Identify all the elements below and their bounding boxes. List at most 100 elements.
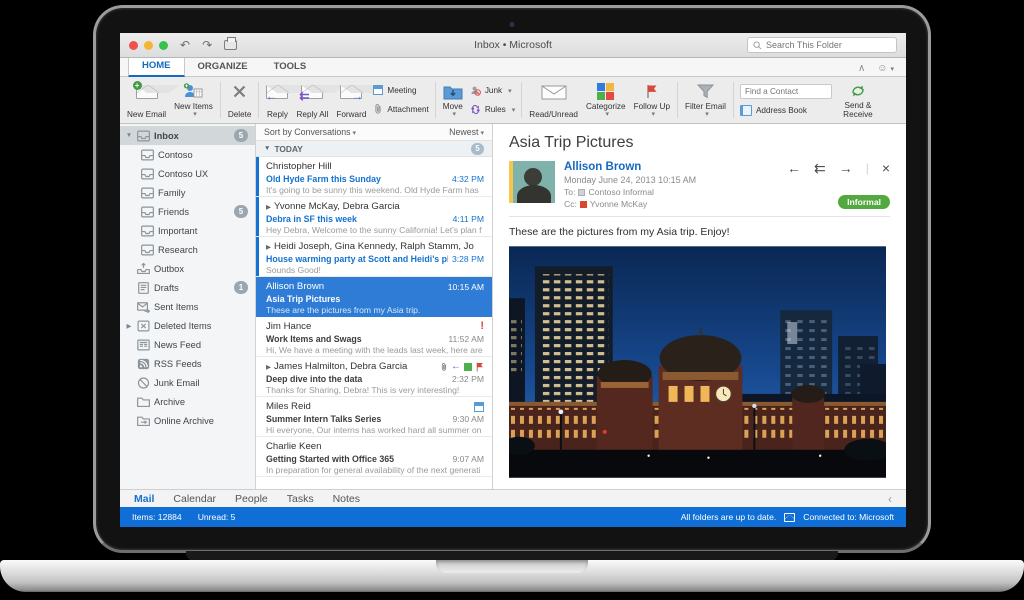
tab-organize[interactable]: ORGANIZE: [185, 58, 261, 76]
sender-name[interactable]: Allison Brown: [564, 161, 787, 173]
tab-notes[interactable]: Notes: [333, 493, 360, 505]
sidebar-item-friends[interactable]: Friends5: [120, 202, 255, 221]
categorize-label: Categorize: [586, 102, 626, 111]
sidebar-item-deleted-items[interactable]: ▶Deleted Items: [120, 316, 255, 335]
count-badge: 1: [234, 281, 248, 294]
minimize-window-button[interactable]: [144, 41, 153, 50]
items-count: Items: 12884: [132, 512, 182, 522]
rules-button[interactable]: Rules: [470, 104, 515, 115]
address-book-icon: [740, 105, 752, 116]
reply-arrow-icon: ←: [265, 90, 277, 102]
folder-search-field[interactable]: [747, 37, 897, 53]
expand-folder-icon[interactable]: ▶: [125, 322, 133, 330]
sidebar-item-archive[interactable]: Archive: [120, 392, 255, 411]
junk-icon: [470, 85, 481, 96]
email-date: Monday June 24, 2013 10:15 AM: [564, 175, 787, 185]
sidebar-item-research[interactable]: Research: [120, 240, 255, 259]
filter-email-button[interactable]: Filter Email: [681, 79, 730, 121]
sidebar-item-drafts[interactable]: Drafts1: [120, 278, 255, 297]
group-header-today[interactable]: ▼ TODAY 5: [256, 141, 492, 157]
sort-by-dropdown[interactable]: Sort by Conversations: [264, 127, 356, 137]
message-row[interactable]: ▶James Halmilton, Debra Garcia ← Deep di…: [256, 357, 492, 397]
reply-all-icon[interactable]: ⇇: [814, 161, 826, 175]
tab-tasks[interactable]: Tasks: [287, 493, 314, 505]
cc-recipient[interactable]: Yvonne McKay: [590, 199, 647, 209]
sidebar-item-junk-email[interactable]: Junk Email: [120, 373, 255, 392]
tab-home[interactable]: HOME: [128, 56, 185, 77]
sidebar-item-contoso[interactable]: Contoso: [120, 145, 255, 164]
forward-arrow-icon: →: [351, 90, 363, 102]
undo-icon[interactable]: ↶: [180, 39, 190, 51]
sidebar-item-sent-items[interactable]: Sent Items: [120, 297, 255, 316]
find-contact-input[interactable]: [745, 87, 827, 96]
ribbon: + New Email New Items Delete: [120, 77, 906, 124]
delete-button[interactable]: Delete: [224, 79, 256, 121]
follow-up-button[interactable]: Follow Up: [630, 79, 674, 121]
expand-conversation-icon[interactable]: ▶: [266, 243, 271, 251]
tab-people[interactable]: People: [235, 493, 268, 505]
forward-icon[interactable]: →: [839, 161, 853, 175]
categorize-button[interactable]: Categorize: [582, 79, 630, 121]
message-row[interactable]: Miles Reid Summer Intern Talks Series9:3…: [256, 397, 492, 437]
collapse-folder-icon[interactable]: ▼: [125, 132, 133, 139]
message-row-selected[interactable]: Allison Brown10:15 AM Asia Trip Pictures…: [256, 277, 492, 317]
laptop-lid: ↶ ↷ Inbox • Microsoft HOME ORGANIZE TOOL…: [93, 5, 931, 553]
reply-icon[interactable]: ←: [787, 161, 801, 175]
send-receive-button[interactable]: Send & Receive: [835, 79, 881, 121]
follow-up-label: Follow Up: [634, 102, 670, 111]
unread-badge: 5: [234, 205, 248, 218]
sidebar-item-important[interactable]: Important: [120, 221, 255, 240]
sidebar-item-news-feed[interactable]: News Feed: [120, 335, 255, 354]
tab-mail[interactable]: Mail: [134, 493, 154, 505]
junk-button[interactable]: Junk: [470, 85, 515, 96]
meeting-button[interactable]: Meeting: [373, 85, 428, 95]
sidebar-item-outbox[interactable]: Outbox: [120, 259, 255, 278]
email-photo-tokyo-station: [509, 246, 886, 478]
search-input[interactable]: [766, 40, 891, 50]
new-items-label: New Items: [174, 102, 213, 111]
move-folder-icon: [443, 84, 463, 100]
feedback-smiley-icon[interactable]: ☺: [877, 63, 894, 74]
collapse-ribbon-icon[interactable]: ∧: [858, 63, 865, 74]
tab-tools[interactable]: TOOLS: [261, 58, 320, 76]
outlook-window: ↶ ↷ Inbox • Microsoft HOME ORGANIZE TOOL…: [120, 33, 906, 527]
sidebar-item-contoso-ux[interactable]: Contoso UX: [120, 164, 255, 183]
print-icon[interactable]: [224, 40, 237, 50]
attachment-button[interactable]: Attachment: [373, 103, 428, 115]
reply-button[interactable]: ← Reply: [262, 79, 292, 121]
message-row[interactable]: ▶Yvonne McKay, Debra Garcia Debra in SF …: [256, 197, 492, 237]
categorize-icon: [597, 83, 614, 100]
sidebar-item-family[interactable]: Family: [120, 183, 255, 202]
reply-label: Reply: [267, 110, 288, 119]
redo-icon[interactable]: ↷: [202, 39, 212, 51]
message-row[interactable]: Charlie Keen Getting Started with Office…: [256, 437, 492, 477]
sidebar-item-rss-feeds[interactable]: RSS Feeds: [120, 354, 255, 373]
collapse-pane-icon[interactable]: ‹: [888, 492, 892, 506]
read-unread-button[interactable]: Read/Unread: [525, 79, 582, 121]
expand-conversation-icon[interactable]: ▶: [266, 203, 271, 211]
sync-status: All folders are up to date.: [681, 512, 777, 522]
delete-message-icon[interactable]: ×: [882, 161, 890, 175]
reading-pane: Asia Trip Pictures Allison Brown Monday …: [493, 124, 906, 489]
to-recipient[interactable]: Contoso Informal: [588, 187, 653, 197]
meeting-invite-icon: [474, 402, 484, 412]
move-button[interactable]: Move: [439, 79, 467, 121]
contact-presence-icon: [580, 201, 587, 208]
sidebar-item-inbox[interactable]: ▼ Inbox5: [120, 126, 255, 145]
sidebar-item-online-archive[interactable]: Online Archive: [120, 411, 255, 430]
message-row[interactable]: ▶Heidi Joseph, Gina Kennedy, Ralph Stamm…: [256, 237, 492, 277]
tab-calendar[interactable]: Calendar: [173, 493, 216, 505]
expand-conversation-icon[interactable]: ▶: [266, 363, 271, 371]
new-email-button[interactable]: + New Email: [123, 79, 170, 121]
zoom-window-button[interactable]: [159, 41, 168, 50]
paperclip-icon: [373, 103, 383, 115]
reply-all-label: Reply All: [296, 110, 328, 119]
collapse-group-icon[interactable]: ▼: [264, 145, 270, 152]
address-book-button[interactable]: Address Book: [740, 105, 832, 116]
flag-icon: [645, 84, 658, 99]
find-contact-field[interactable]: [740, 84, 832, 99]
message-row[interactable]: Christopher Hill Old Hyde Farm this Sund…: [256, 157, 492, 197]
order-dropdown[interactable]: Newest: [449, 127, 484, 137]
message-row[interactable]: Jim Hance! Work Items and Swags11:52 AM …: [256, 317, 492, 357]
close-window-button[interactable]: [129, 41, 138, 50]
